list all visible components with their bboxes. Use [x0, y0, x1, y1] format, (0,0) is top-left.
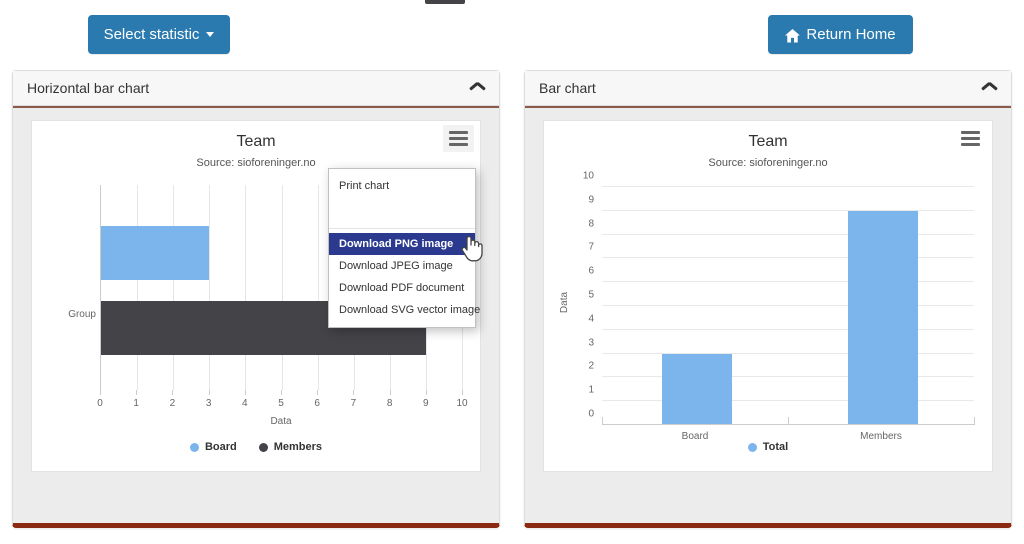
- x-tick-label: 1: [133, 398, 139, 409]
- legend-item-members[interactable]: Members: [258, 441, 323, 453]
- x-tick-label: 7: [350, 398, 357, 409]
- y-tick-label: 1: [588, 384, 594, 396]
- menu-item-download-svg[interactable]: Download SVG vector image: [329, 299, 480, 321]
- x-axis-left: 0 1 2 3 4 5 6 7 8 9 10 Data: [97, 390, 468, 436]
- chevron-up-icon[interactable]: [982, 84, 997, 93]
- legend-item-total[interactable]: Total: [747, 441, 789, 453]
- select-statistic-label: Select statistic: [103, 26, 200, 43]
- select-statistic-button[interactable]: Select statistic: [88, 15, 230, 54]
- y-tick-label: 3: [588, 337, 594, 349]
- x-tick-label: 6: [314, 398, 320, 409]
- y-tick-label: 5: [588, 289, 594, 301]
- chevron-up-icon[interactable]: [470, 84, 485, 93]
- y-tick-label: 8: [588, 218, 594, 230]
- export-context-menu[interactable]: Print chart Download PNG image Download …: [328, 168, 480, 328]
- cropped-top-element: [425, 0, 465, 4]
- legend-swatch-icon: [189, 442, 199, 452]
- x-tick-label: 4: [242, 398, 248, 409]
- menu-item-download-jpeg[interactable]: Download JPEG image: [329, 255, 475, 277]
- legend-label: Board: [204, 441, 237, 453]
- y-tick-label: 4: [588, 313, 594, 325]
- bar-board[interactable]: [661, 353, 733, 425]
- chart-title-right: Team: [748, 133, 788, 150]
- mouse-cursor-pointer-icon: [461, 234, 483, 262]
- y-tick-label: 9: [588, 194, 594, 206]
- legend-swatch-icon: [747, 442, 757, 452]
- panel-title-horizontal: Horizontal bar chart: [27, 80, 150, 96]
- y-tick-label: 7: [588, 241, 594, 253]
- panel-body-vertical: Team Source: sioforeninger.no Data 0 1 2…: [525, 106, 1011, 523]
- page-root: Select statistic Return Home Horizontal …: [0, 0, 1024, 544]
- x-tick-label: 3: [205, 398, 212, 409]
- bar-board[interactable]: [101, 226, 210, 280]
- x-tick-label: 5: [278, 398, 284, 409]
- plot-area-right: 0 1 2 3 4 5 6 7 8 9 10 Board Members: [583, 171, 975, 442]
- menu-item-download-png[interactable]: Download PNG image: [329, 233, 475, 255]
- home-icon: [785, 28, 801, 43]
- chart-vertical-bar: Team Source: sioforeninger.no Data 0 1 2…: [543, 120, 993, 472]
- return-home-label: Return Home: [806, 26, 896, 43]
- chart-context-menu-button-left[interactable]: [443, 125, 474, 152]
- x-tick-label: 9: [423, 398, 429, 409]
- x-tick-label: 8: [386, 398, 393, 409]
- y-tick-label: 2: [588, 360, 594, 372]
- category-label-group: Group: [68, 309, 96, 320]
- caret-down-icon: [206, 32, 215, 37]
- panel-header-vertical[interactable]: Bar chart: [525, 71, 1011, 106]
- x-tick-label: 0: [97, 398, 103, 409]
- bar-members[interactable]: [847, 210, 919, 425]
- panel-bar-chart: Bar chart Team Source: sioforeninger.no …: [524, 70, 1012, 528]
- menu-spacer: [329, 197, 475, 225]
- y-tick-label: 0: [588, 408, 594, 420]
- x-tick-label: 2: [169, 398, 176, 409]
- menu-separator: [329, 228, 475, 229]
- chart-title-left: Team: [236, 133, 276, 150]
- chart-subtitle-right: Source: sioforeninger.no: [708, 157, 828, 169]
- return-home-button[interactable]: Return Home: [768, 15, 913, 54]
- menu-item-print-chart[interactable]: Print chart: [329, 175, 475, 197]
- legend-swatch-icon: [258, 442, 268, 452]
- y-tick-label: 10: [582, 170, 594, 182]
- menu-item-download-pdf[interactable]: Download PDF document: [329, 277, 475, 299]
- y-axis-title-right: Data: [559, 291, 571, 314]
- legend-right: Total: [544, 441, 992, 453]
- y-tick-label: 6: [588, 265, 594, 277]
- panel-header-horizontal[interactable]: Horizontal bar chart: [13, 71, 499, 106]
- panel-title-vertical: Bar chart: [539, 80, 596, 96]
- legend-item-board[interactable]: Board: [189, 441, 237, 453]
- legend-label: Total: [762, 441, 789, 453]
- chart-plot-right: Data 0 1 2 3 4 5 6 7 8 9 10 Board Member…: [544, 171, 992, 471]
- legend-label: Members: [273, 441, 323, 453]
- legend-left: Board Members: [32, 441, 480, 453]
- x-tick-label: 10: [456, 398, 468, 409]
- x-axis-title-left: Data: [270, 416, 292, 427]
- chart-context-menu-button-right[interactable]: [961, 131, 980, 146]
